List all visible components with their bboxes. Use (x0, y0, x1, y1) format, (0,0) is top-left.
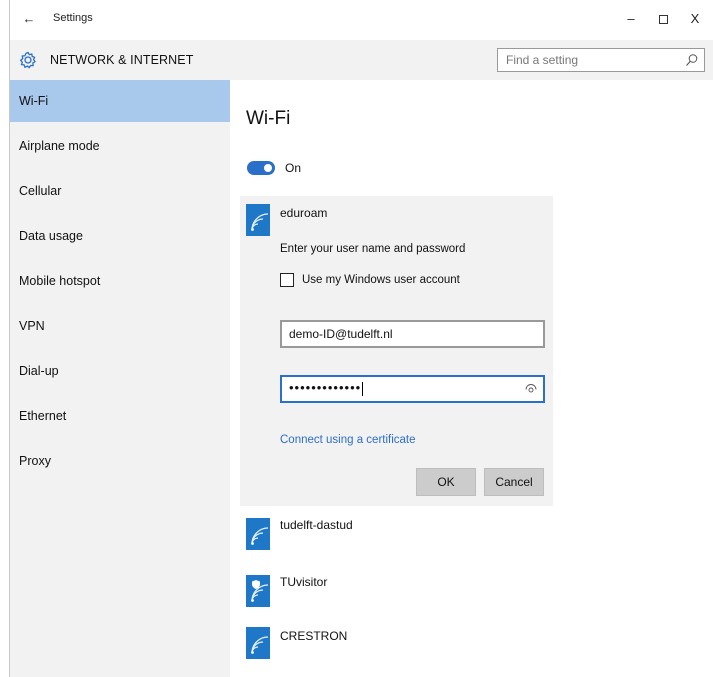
username-field[interactable]: demo-ID@tudelft.nl (280, 320, 545, 348)
password-value: ••••••••••••• (289, 380, 364, 396)
network-name: tudelft-dastud (280, 518, 353, 532)
close-button[interactable]: X (680, 8, 710, 30)
section-title: NETWORK & INTERNET (50, 53, 194, 67)
search-box[interactable]: Find a setting (497, 48, 705, 72)
page-header: NETWORK & INTERNET Find a setting (10, 40, 713, 80)
network-name: TUvisitor (280, 575, 328, 589)
connect-certificate-link[interactable]: Connect using a certificate (280, 434, 416, 446)
network-name: eduroam (280, 206, 328, 220)
ok-button[interactable]: OK (416, 468, 476, 496)
password-mask: ••••••••••••• (289, 380, 362, 395)
wifi-signal-icon (246, 518, 270, 550)
network-item-tuvisitor[interactable]: TUvisitor (240, 569, 553, 613)
sidebar-item-proxy[interactable]: Proxy (10, 440, 230, 482)
reveal-password-icon[interactable] (525, 383, 537, 395)
main-content: Wi-Fi On eduroam Enter your user name an… (230, 80, 713, 677)
title-bar: ← Settings – X (10, 0, 713, 40)
maximize-button[interactable] (648, 8, 678, 30)
wifi-toggle[interactable] (247, 161, 275, 175)
wifi-signal-icon (246, 627, 270, 659)
maximize-icon (658, 15, 668, 25)
sidebar-item-mobile-hotspot[interactable]: Mobile hotspot (10, 260, 230, 302)
search-input[interactable]: Find a setting (506, 53, 578, 67)
wifi-signal-icon (246, 204, 270, 236)
sidebar-item-ethernet[interactable]: Ethernet (10, 395, 230, 437)
username-value: demo-ID@tudelft.nl (289, 327, 393, 341)
network-item-crestron[interactable]: CRESTRON (240, 621, 553, 665)
sidebar-item-cellular[interactable]: Cellular (10, 170, 230, 212)
sidebar-item-data-usage[interactable]: Data usage (10, 215, 230, 257)
wifi-signal-icon (246, 575, 270, 607)
search-icon[interactable] (685, 53, 699, 67)
text-caret (362, 381, 364, 396)
sidebar-item-wifi[interactable]: Wi-Fi (10, 80, 230, 122)
shield-icon (252, 580, 260, 589)
checkbox-label: Use my Windows user account (302, 274, 460, 286)
windows-account-checkbox[interactable] (280, 273, 294, 287)
sidebar: Wi-Fi Airplane mode Cellular Data usage … (10, 80, 230, 677)
sidebar-item-vpn[interactable]: VPN (10, 305, 230, 347)
network-connect-panel: eduroam Enter your user name and passwor… (240, 196, 553, 506)
back-arrow-icon[interactable]: ← (20, 10, 38, 28)
network-name: CRESTRON (280, 629, 348, 643)
window-title: Settings (53, 12, 93, 24)
gear-icon (19, 51, 36, 69)
cancel-button[interactable]: Cancel (484, 468, 544, 496)
network-item-tudelft-dastud[interactable]: tudelft-dastud (240, 512, 553, 556)
credentials-prompt: Enter your user name and password (280, 243, 466, 255)
page-title: Wi-Fi (246, 108, 291, 129)
minimize-button[interactable]: – (616, 8, 646, 30)
sidebar-item-dial-up[interactable]: Dial-up (10, 350, 230, 392)
password-field[interactable]: ••••••••••••• (280, 375, 545, 403)
sidebar-item-airplane-mode[interactable]: Airplane mode (10, 125, 230, 167)
toggle-knob (264, 164, 272, 172)
settings-window: ← Settings – X NETWORK & INTERNET Find a… (9, 0, 713, 677)
toggle-state-label: On (285, 161, 302, 175)
